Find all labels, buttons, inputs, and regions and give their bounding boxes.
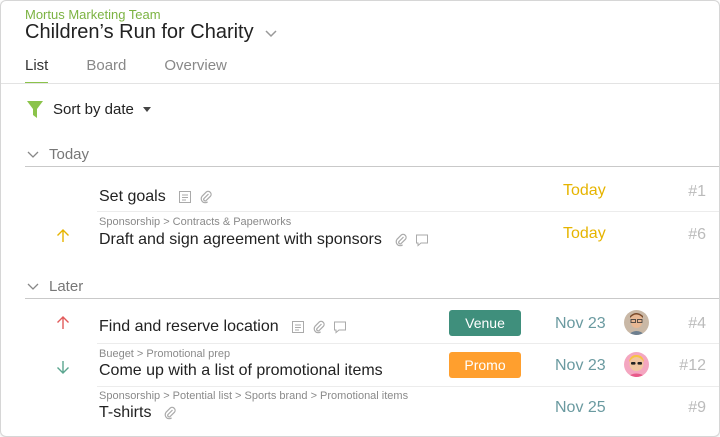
task-title-link[interactable]: Find and reserve location [99, 318, 354, 336]
tab-board[interactable]: Board [86, 57, 126, 83]
comment-icon [415, 234, 428, 247]
assignee-avatar[interactable] [624, 310, 649, 335]
priority-up-arrow-icon[interactable] [55, 315, 71, 331]
task-breadcrumb[interactable]: Sponsorship > Potential list > Sports br… [99, 390, 408, 402]
sort-dropdown[interactable]: Sort by date [27, 101, 152, 118]
task-due-date[interactable]: Today [563, 182, 606, 200]
task-attachments [178, 190, 220, 204]
sort-label: Sort by date [53, 101, 134, 118]
project-title-dropdown[interactable]: Children’s Run for Charity [25, 21, 278, 44]
comment-icon [333, 321, 346, 334]
task-breadcrumb[interactable]: Bueget > Promotional prep [99, 348, 230, 360]
task-number: #1 [688, 183, 706, 200]
priority-up-arrow-icon[interactable] [55, 228, 71, 244]
task-title-link[interactable]: T-shirts [99, 404, 184, 422]
task-title: Set goals [99, 188, 166, 205]
view-tabs: List Board Overview [25, 57, 265, 84]
caret-down-icon [142, 106, 151, 112]
section-divider [25, 298, 719, 299]
chevron-down-icon [265, 29, 277, 37]
task-title-link[interactable]: Set goals [99, 188, 220, 206]
task-title: Come up with a list of promotional items [99, 362, 383, 379]
task-row[interactable]: Set goals Today #1 [1, 169, 719, 211]
task-attachments [394, 233, 436, 247]
task-number: #4 [688, 315, 706, 332]
section-today-toggle[interactable]: Today [27, 146, 89, 163]
task-due-date[interactable]: Nov 23 [555, 315, 606, 333]
project-title: Children’s Run for Charity [25, 21, 254, 43]
app-window: Mortus Marketing Team Children’s Run for… [0, 0, 720, 437]
task-tag-venue[interactable]: Venue [449, 310, 521, 336]
paperclip-icon [200, 190, 212, 204]
section-later-toggle[interactable]: Later [27, 278, 83, 295]
task-row[interactable]: Bueget > Promotional prep Come up with a… [1, 344, 719, 386]
task-due-date[interactable]: Nov 23 [555, 357, 606, 375]
chevron-down-icon [27, 151, 39, 158]
note-icon [291, 321, 304, 333]
task-number: #12 [679, 357, 706, 374]
paperclip-icon [313, 320, 325, 334]
tab-list[interactable]: List [25, 57, 49, 84]
task-title: Draft and sign agreement with sponsors [99, 231, 382, 248]
team-name[interactable]: Mortus Marketing Team [25, 7, 161, 22]
section-divider [25, 166, 719, 167]
task-title-link[interactable]: Come up with a list of promotional items [99, 362, 383, 380]
chevron-down-icon [27, 283, 39, 290]
paperclip-icon [395, 233, 407, 247]
avatar-man-image [624, 310, 649, 335]
task-number: #6 [688, 226, 706, 243]
task-due-date[interactable]: Today [563, 225, 606, 243]
task-attachments [163, 406, 184, 420]
task-number: #9 [688, 399, 706, 416]
task-tag-promo[interactable]: Promo [449, 352, 521, 378]
paperclip-icon [165, 406, 177, 420]
task-attachments [291, 320, 354, 334]
tab-overview[interactable]: Overview [164, 57, 227, 83]
task-due-date[interactable]: Nov 25 [555, 399, 606, 417]
header-divider [1, 83, 719, 84]
task-row[interactable]: Sponsorship > Contracts & Paperworks Dra… [1, 212, 719, 254]
avatar-woman-image [624, 352, 649, 377]
task-breadcrumb[interactable]: Sponsorship > Contracts & Paperworks [99, 216, 291, 228]
section-later-label: Later [49, 278, 84, 295]
task-title: T-shirts [99, 404, 152, 421]
section-today-label: Today [49, 146, 90, 163]
task-row[interactable]: Find and reserve location Venue Nov 23 #… [1, 301, 719, 343]
filter-funnel-icon [27, 101, 43, 118]
task-title: Find and reserve location [99, 318, 279, 335]
task-title-link[interactable]: Draft and sign agreement with sponsors [99, 231, 436, 249]
assignee-avatar[interactable] [624, 352, 649, 377]
task-row[interactable]: Sponsorship > Potential list > Sports br… [1, 387, 719, 429]
priority-down-arrow-icon[interactable] [55, 359, 71, 375]
note-icon [178, 191, 191, 203]
